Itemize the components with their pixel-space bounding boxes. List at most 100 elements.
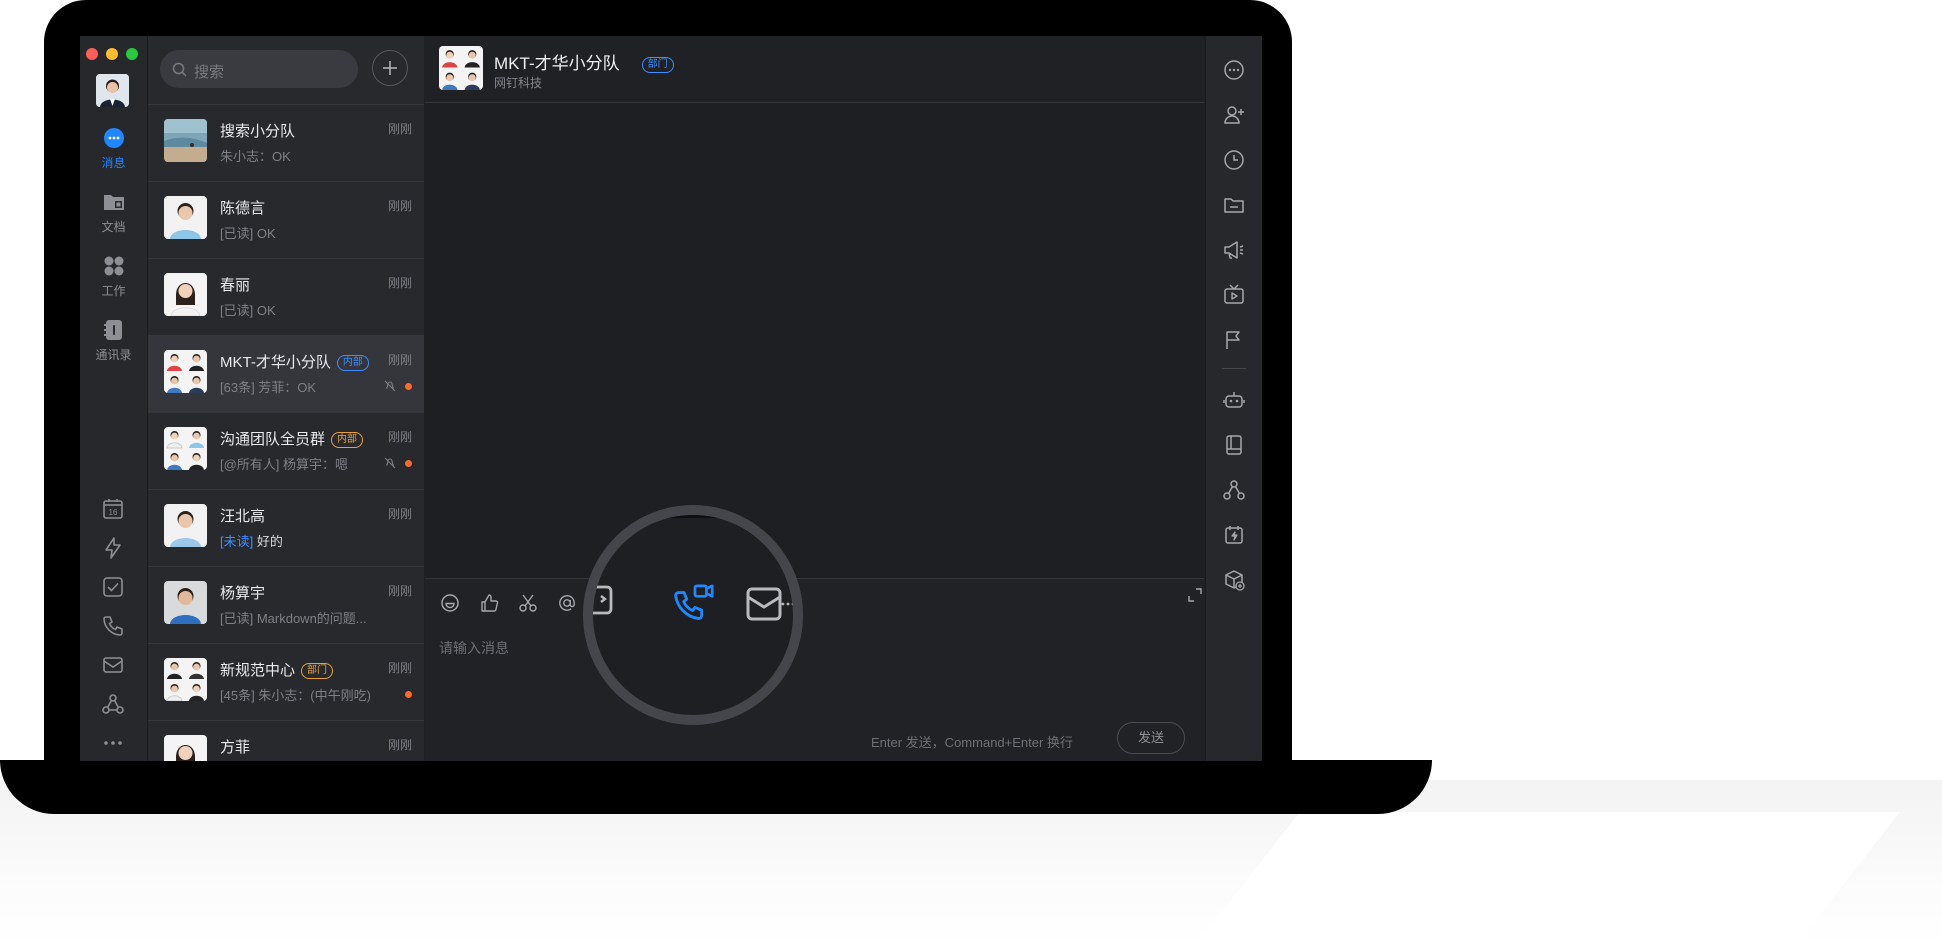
mute-icon bbox=[384, 380, 396, 392]
history-icon bbox=[1224, 150, 1244, 170]
department-tag: 部门 bbox=[301, 663, 334, 679]
conversation-item[interactable]: 新规范中心 部门 刚刚 [45条] 朱小志：(中午刚吃) bbox=[148, 643, 424, 720]
add-member-icon bbox=[1224, 106, 1244, 124]
message-input[interactable]: 请输入消息 bbox=[439, 638, 509, 658]
conversation-name: MKT-才华小分队 内部 bbox=[220, 351, 369, 372]
chat-avatar[interactable] bbox=[439, 46, 483, 90]
network-button[interactable] bbox=[101, 692, 125, 716]
history-button[interactable] bbox=[1222, 148, 1246, 172]
add-member-button[interactable] bbox=[1222, 103, 1246, 127]
conversation-name-text: 新规范中心 bbox=[220, 662, 296, 679]
nav-rail: 消息 文档 工作 通讯录 16 bbox=[80, 36, 148, 761]
conversation-item[interactable]: 方菲 刚刚 bbox=[148, 720, 424, 761]
conversation-item-active[interactable]: MKT-才华小分队 内部 刚刚 [63条] 芳菲：OK bbox=[148, 335, 424, 412]
conversation-item[interactable]: 沟通团队全员群 内部 刚刚 [@所有人] 杨算宇：嗯 bbox=[148, 412, 424, 489]
box-add-icon bbox=[1225, 570, 1245, 591]
video-call-icon[interactable] bbox=[671, 581, 717, 627]
conversation-item[interactable]: 搜索小分队 刚刚 朱小志：OK bbox=[148, 104, 424, 181]
search-placeholder: 搜索 bbox=[194, 64, 225, 81]
mail-icon[interactable] bbox=[745, 585, 783, 623]
unread-marker: [未读] bbox=[220, 534, 254, 549]
group-avatar bbox=[164, 350, 207, 393]
group-avatar bbox=[164, 119, 207, 162]
network-button[interactable] bbox=[1222, 478, 1246, 502]
phone-button[interactable] bbox=[101, 614, 125, 638]
nav-item-contacts[interactable]: 通讯录 bbox=[80, 318, 147, 363]
folder-icon bbox=[103, 195, 124, 210]
chat-title-text: MKT-才华小分队 bbox=[494, 54, 620, 73]
message-input-placeholder: 请输入消息 bbox=[439, 640, 509, 656]
conversation-time: 刚刚 bbox=[387, 199, 412, 213]
partial-icon bbox=[593, 585, 613, 615]
conversation-name: 汪北高 bbox=[220, 508, 266, 525]
floor-highlight bbox=[1190, 812, 1900, 952]
magnifier-divider bbox=[623, 515, 763, 518]
conversation-item[interactable]: 汪北高 刚刚 [未读] 好的 bbox=[148, 489, 424, 566]
preview-text: 好的 bbox=[256, 534, 283, 549]
search-icon bbox=[172, 62, 187, 77]
notebook-button[interactable] bbox=[1222, 433, 1246, 457]
conversation-item[interactable]: 陈德言 刚刚 [已读] OK bbox=[148, 181, 424, 258]
contacts-book-icon bbox=[103, 320, 122, 340]
robot-button[interactable] bbox=[1222, 388, 1246, 412]
book-icon bbox=[1226, 435, 1242, 455]
contact-avatar bbox=[164, 273, 207, 316]
flash-button[interactable] bbox=[101, 536, 125, 560]
announcement-icon bbox=[1224, 241, 1244, 259]
conversation-time: 刚刚 bbox=[387, 353, 412, 367]
scissors-icon bbox=[519, 594, 537, 612]
emoji-icon bbox=[441, 594, 459, 612]
conversation-preview: [45条] 朱小志：(中午刚吃) bbox=[220, 688, 371, 703]
screenshot-button[interactable] bbox=[518, 593, 538, 613]
message-composer: 请输入消息 Enter 发送，Command+Enter 换行 发送 bbox=[425, 578, 1204, 761]
nav-item-label: 消息 bbox=[101, 156, 126, 170]
chat-header: MKT-才华小分队 部门 网钉科技 bbox=[425, 36, 1204, 103]
conversation-list: 搜索 搜索小分队 刚刚 朱小志：OK 陈德言 刚刚 [已读] OK 春丽 刚刚 … bbox=[148, 36, 424, 761]
mail-button[interactable] bbox=[101, 653, 125, 677]
send-button[interactable]: 发送 bbox=[1117, 722, 1185, 754]
department-tag: 部门 bbox=[641, 57, 674, 73]
live-button[interactable] bbox=[1222, 283, 1246, 307]
flag-icon bbox=[1226, 331, 1240, 349]
expand-icon bbox=[1188, 588, 1202, 602]
conversation-preview: [已读] Markdown的问题... bbox=[220, 611, 367, 626]
emoji-button[interactable] bbox=[440, 593, 460, 613]
conversation-time: 刚刚 bbox=[387, 738, 412, 752]
more-horizontal-icon[interactable] bbox=[781, 601, 795, 607]
network-icon bbox=[102, 694, 124, 714]
more-button[interactable] bbox=[101, 731, 125, 755]
apps-add-button[interactable] bbox=[1222, 568, 1246, 592]
nav-item-docs[interactable]: 文档 bbox=[80, 190, 147, 235]
mute-icon bbox=[384, 457, 396, 469]
calendar-button[interactable]: 16 bbox=[101, 497, 125, 521]
lightning-icon bbox=[105, 537, 121, 559]
nav-item-messages[interactable]: 消息 bbox=[80, 126, 147, 171]
network-icon bbox=[1223, 480, 1245, 500]
conversation-item[interactable]: 杨算宇 刚刚 [已读] Markdown的问题... bbox=[148, 566, 424, 643]
message-icon bbox=[103, 128, 124, 148]
window-maximize-button[interactable] bbox=[126, 48, 138, 60]
mention-button[interactable] bbox=[557, 593, 577, 613]
conversation-name: 新规范中心 部门 bbox=[220, 659, 334, 680]
like-button[interactable] bbox=[479, 593, 499, 613]
user-avatar[interactable] bbox=[96, 74, 129, 107]
conversation-time: 刚刚 bbox=[387, 661, 412, 675]
todo-button[interactable] bbox=[101, 575, 125, 599]
more-options-button[interactable] bbox=[1222, 58, 1246, 82]
files-button[interactable] bbox=[1222, 193, 1246, 217]
conversation-name: 春丽 bbox=[220, 277, 251, 294]
nav-item-work[interactable]: 工作 bbox=[80, 254, 147, 299]
window-close-button[interactable] bbox=[86, 48, 98, 60]
search-input[interactable]: 搜索 bbox=[160, 50, 358, 88]
conversation-item[interactable]: 春丽 刚刚 [已读] OK bbox=[148, 258, 424, 335]
more-circle-icon bbox=[1224, 60, 1244, 80]
conversation-time: 刚刚 bbox=[387, 430, 412, 444]
chat-title[interactable]: MKT-才华小分队 部门 bbox=[494, 49, 674, 74]
apps-grid-icon bbox=[104, 256, 123, 276]
flag-button[interactable] bbox=[1222, 328, 1246, 352]
add-button[interactable] bbox=[372, 50, 408, 86]
announcement-button[interactable] bbox=[1222, 238, 1246, 262]
flash-calendar-button[interactable] bbox=[1222, 523, 1246, 547]
window-minimize-button[interactable] bbox=[106, 48, 118, 60]
expand-button[interactable] bbox=[1187, 587, 1203, 603]
